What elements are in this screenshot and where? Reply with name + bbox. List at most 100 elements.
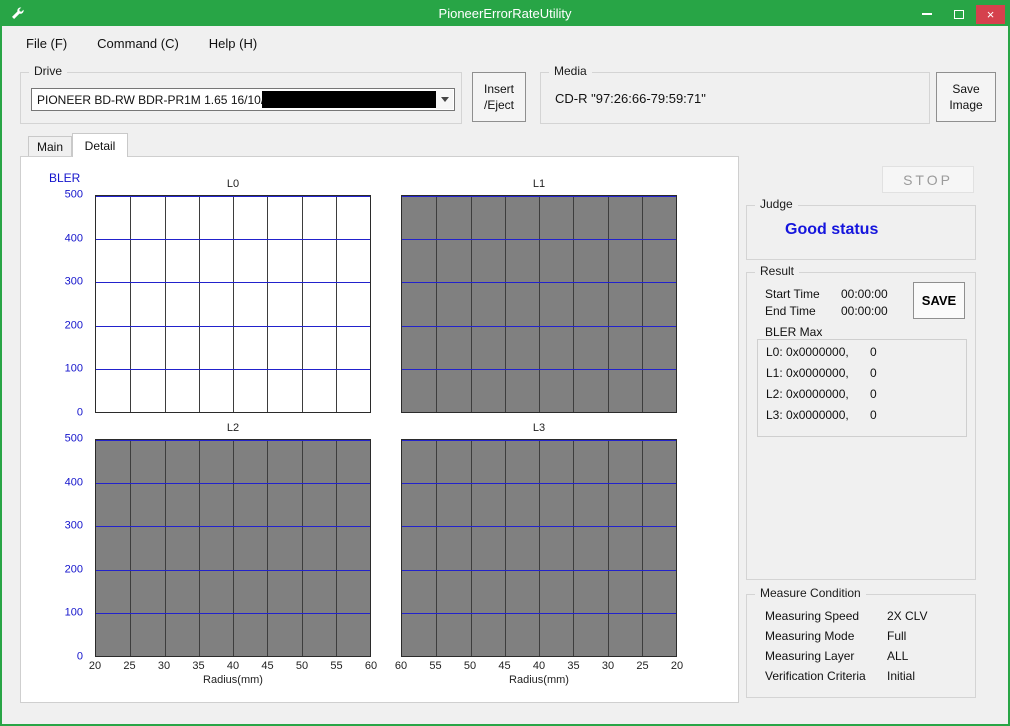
x-tick-label: 30 xyxy=(602,660,614,672)
measuring-speed-label: Measuring Speed xyxy=(765,609,859,623)
grid-hline xyxy=(402,326,676,327)
measure-row-mode: Measuring Mode Full xyxy=(765,629,967,647)
bler-max-label: BLER Max xyxy=(765,325,822,339)
verification-criteria-label: Verification Criteria xyxy=(765,669,866,683)
grid-hline xyxy=(96,440,370,441)
minimize-icon[interactable] xyxy=(912,5,941,24)
bler-l0-value: 0 xyxy=(870,345,877,359)
x-tick-label: 40 xyxy=(533,660,545,672)
menu-command[interactable]: Command (C) xyxy=(93,34,183,53)
measuring-speed-value: 2X CLV xyxy=(887,609,927,623)
bler-l0-label: L0: 0x0000000, xyxy=(766,345,849,359)
y-tick-label: 500 xyxy=(65,432,83,444)
drive-group: Drive PIONEER BD-RW BDR-PR1M 1.65 16/10/… xyxy=(20,72,462,124)
x-tick-label: 20 xyxy=(671,660,683,672)
save-image-button[interactable]: Save Image xyxy=(936,72,996,122)
menu-bar: File (F) Command (C) Help (H) xyxy=(22,34,261,53)
chart-l0-plot xyxy=(95,195,371,413)
grid-vline xyxy=(165,196,166,412)
chart-l1-plot xyxy=(401,195,677,413)
menu-file[interactable]: File (F) xyxy=(22,34,71,53)
grid-hline xyxy=(402,239,676,240)
grid-vline xyxy=(302,196,303,412)
y-tick-label: 200 xyxy=(65,319,83,331)
grid-hline xyxy=(96,369,370,370)
y-tick-label: 300 xyxy=(65,520,83,532)
result-group: Result Start Time 00:00:00 End Time 00:0… xyxy=(746,272,976,580)
window-title: PioneerErrorRateUtility xyxy=(2,6,1008,21)
grid-vline xyxy=(199,440,200,656)
grid-vline xyxy=(336,196,337,412)
start-time-label: Start Time xyxy=(765,287,820,301)
grid-vline xyxy=(608,196,609,412)
grid-vline xyxy=(165,440,166,656)
bler-max-row-l3: L3: 0x0000000, 0 xyxy=(766,408,958,428)
insert-eject-label-line1: Insert xyxy=(484,81,514,97)
grid-vline xyxy=(573,196,574,412)
measure-row-speed: Measuring Speed 2X CLV xyxy=(765,609,967,627)
y-tick-label: 200 xyxy=(65,563,83,575)
chart-l3-title: L3 xyxy=(401,422,677,434)
chart-l3-plot xyxy=(401,439,677,657)
chart-l3-xticks: 605550454035302520 xyxy=(401,657,677,671)
grid-vline xyxy=(336,440,337,656)
grid-hline xyxy=(402,570,676,571)
judge-group: Judge Good status xyxy=(746,205,976,260)
bler-l3-label: L3: 0x0000000, xyxy=(766,408,849,422)
close-icon[interactable]: × xyxy=(976,5,1005,24)
media-value: CD-R "97:26:66-79:59:71" xyxy=(555,91,706,106)
chart-l0: L0 5004003002001000 xyxy=(95,195,371,413)
stop-button[interactable]: STOP xyxy=(882,166,974,193)
save-image-label-line2: Image xyxy=(949,97,982,113)
judge-status-text: Good status xyxy=(785,221,878,239)
x-tick-label: 25 xyxy=(636,660,648,672)
grid-hline xyxy=(96,483,370,484)
grid-vline xyxy=(199,196,200,412)
insert-eject-label-line2: /Eject xyxy=(484,97,514,113)
grid-vline xyxy=(471,440,472,656)
result-group-label: Result xyxy=(755,264,799,278)
grid-vline xyxy=(573,440,574,656)
grid-hline xyxy=(96,196,370,197)
app-window: PioneerErrorRateUtility × File (F) Comma… xyxy=(0,0,1010,726)
chevron-down-icon[interactable] xyxy=(436,90,453,109)
chart-l2-yticks: 5004003002001000 xyxy=(49,439,89,657)
grid-vline xyxy=(471,196,472,412)
chart-l2-title: L2 xyxy=(95,422,371,434)
measuring-layer-label: Measuring Layer xyxy=(765,649,854,663)
measure-row-criteria: Verification Criteria Initial xyxy=(765,669,967,687)
x-tick-label: 60 xyxy=(365,660,377,672)
y-tick-label: 400 xyxy=(65,232,83,244)
measuring-mode-label: Measuring Mode xyxy=(765,629,854,643)
redaction-mask xyxy=(262,91,442,108)
grid-hline xyxy=(402,483,676,484)
y-tick-label: 0 xyxy=(77,406,83,418)
grid-hline xyxy=(402,613,676,614)
grid-vline xyxy=(642,440,643,656)
bler-axis-label: BLER xyxy=(49,171,80,185)
grid-vline xyxy=(539,196,540,412)
chart-l1-yticks xyxy=(355,195,395,413)
grid-vline xyxy=(436,196,437,412)
grid-hline xyxy=(402,369,676,370)
save-button[interactable]: SAVE xyxy=(913,282,965,319)
tab-main[interactable]: Main xyxy=(28,136,72,156)
drive-combobox[interactable]: PIONEER BD-RW BDR-PR1M 1.65 16/10/05 xyxy=(31,88,455,111)
bler-l2-value: 0 xyxy=(870,387,877,401)
maximize-icon[interactable] xyxy=(944,5,973,24)
chart-l3-xlabel: Radius(mm) xyxy=(401,674,677,686)
bler-max-box: L0: 0x0000000, 0 L1: 0x0000000, 0 L2: 0x… xyxy=(757,339,967,437)
grid-vline xyxy=(130,196,131,412)
grid-hline xyxy=(96,239,370,240)
measure-row-layer: Measuring Layer ALL xyxy=(765,649,967,667)
tab-detail[interactable]: Detail xyxy=(72,133,128,157)
insert-eject-button[interactable]: Insert /Eject xyxy=(472,72,526,122)
drive-combobox-value: PIONEER BD-RW BDR-PR1M 1.65 16/10/05 xyxy=(37,93,278,107)
chart-l2: L2 5004003002001000 202530354045505560 R… xyxy=(95,439,371,657)
grid-vline xyxy=(130,440,131,656)
end-time-label: End Time xyxy=(765,304,816,318)
chart-l0-title: L0 xyxy=(95,178,371,190)
menu-help[interactable]: Help (H) xyxy=(205,34,261,53)
grid-hline xyxy=(96,613,370,614)
x-tick-label: 50 xyxy=(464,660,476,672)
